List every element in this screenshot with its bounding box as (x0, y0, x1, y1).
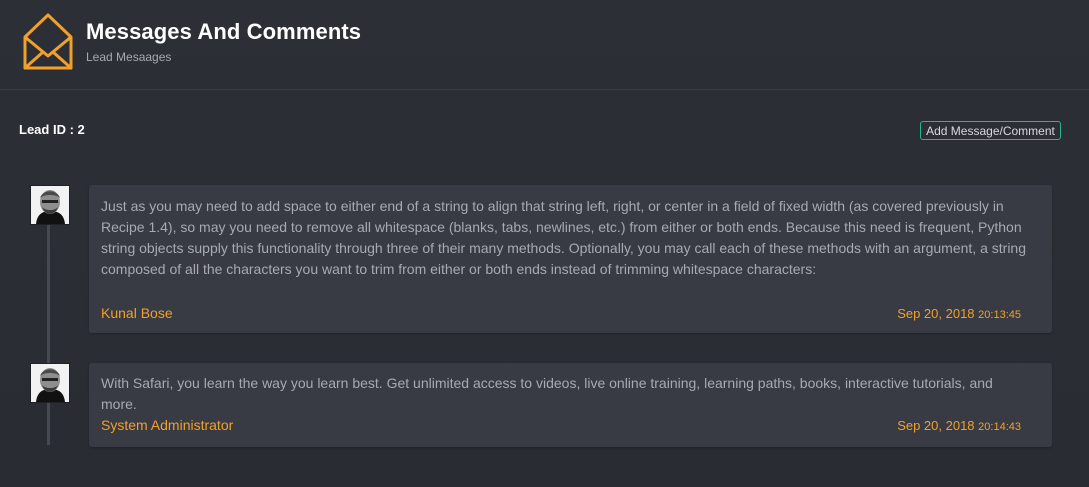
envelope-icon (23, 13, 73, 70)
page-subtitle: Lead Mesaages (86, 50, 172, 64)
message-date: Sep 20, 2018 (897, 306, 975, 321)
message-text: Just as you may need to add space to eit… (101, 198, 1026, 277)
message-time: 20:14:43 (978, 421, 1021, 433)
add-message-button[interactable]: Add Message/Comment (920, 121, 1061, 140)
avatar (30, 363, 70, 403)
page-header: Messages And Comments Lead Mesaages (0, 0, 1089, 90)
avatar (30, 185, 70, 225)
page-title: Messages And Comments (86, 19, 362, 44)
message-author: System Administrator (101, 417, 234, 433)
timeline-line (47, 215, 50, 445)
message-author: Kunal Bose (101, 305, 173, 321)
user-photo-icon (31, 364, 69, 402)
lead-id-label: Lead ID : 2 (19, 122, 85, 137)
message-time: 20:13:45 (978, 309, 1021, 321)
message-card: Just as you may need to add space to eit… (89, 185, 1052, 333)
message-card: With Safari, you learn the way you learn… (89, 363, 1052, 447)
user-photo-icon (31, 186, 69, 224)
message-date: Sep 20, 2018 (897, 418, 975, 433)
message-text: With Safari, you learn the way you learn… (101, 375, 993, 412)
message-timestamp: Sep 20, 2018 20:13:45 (897, 306, 1021, 321)
message-timestamp: Sep 20, 2018 20:14:43 (897, 418, 1021, 433)
